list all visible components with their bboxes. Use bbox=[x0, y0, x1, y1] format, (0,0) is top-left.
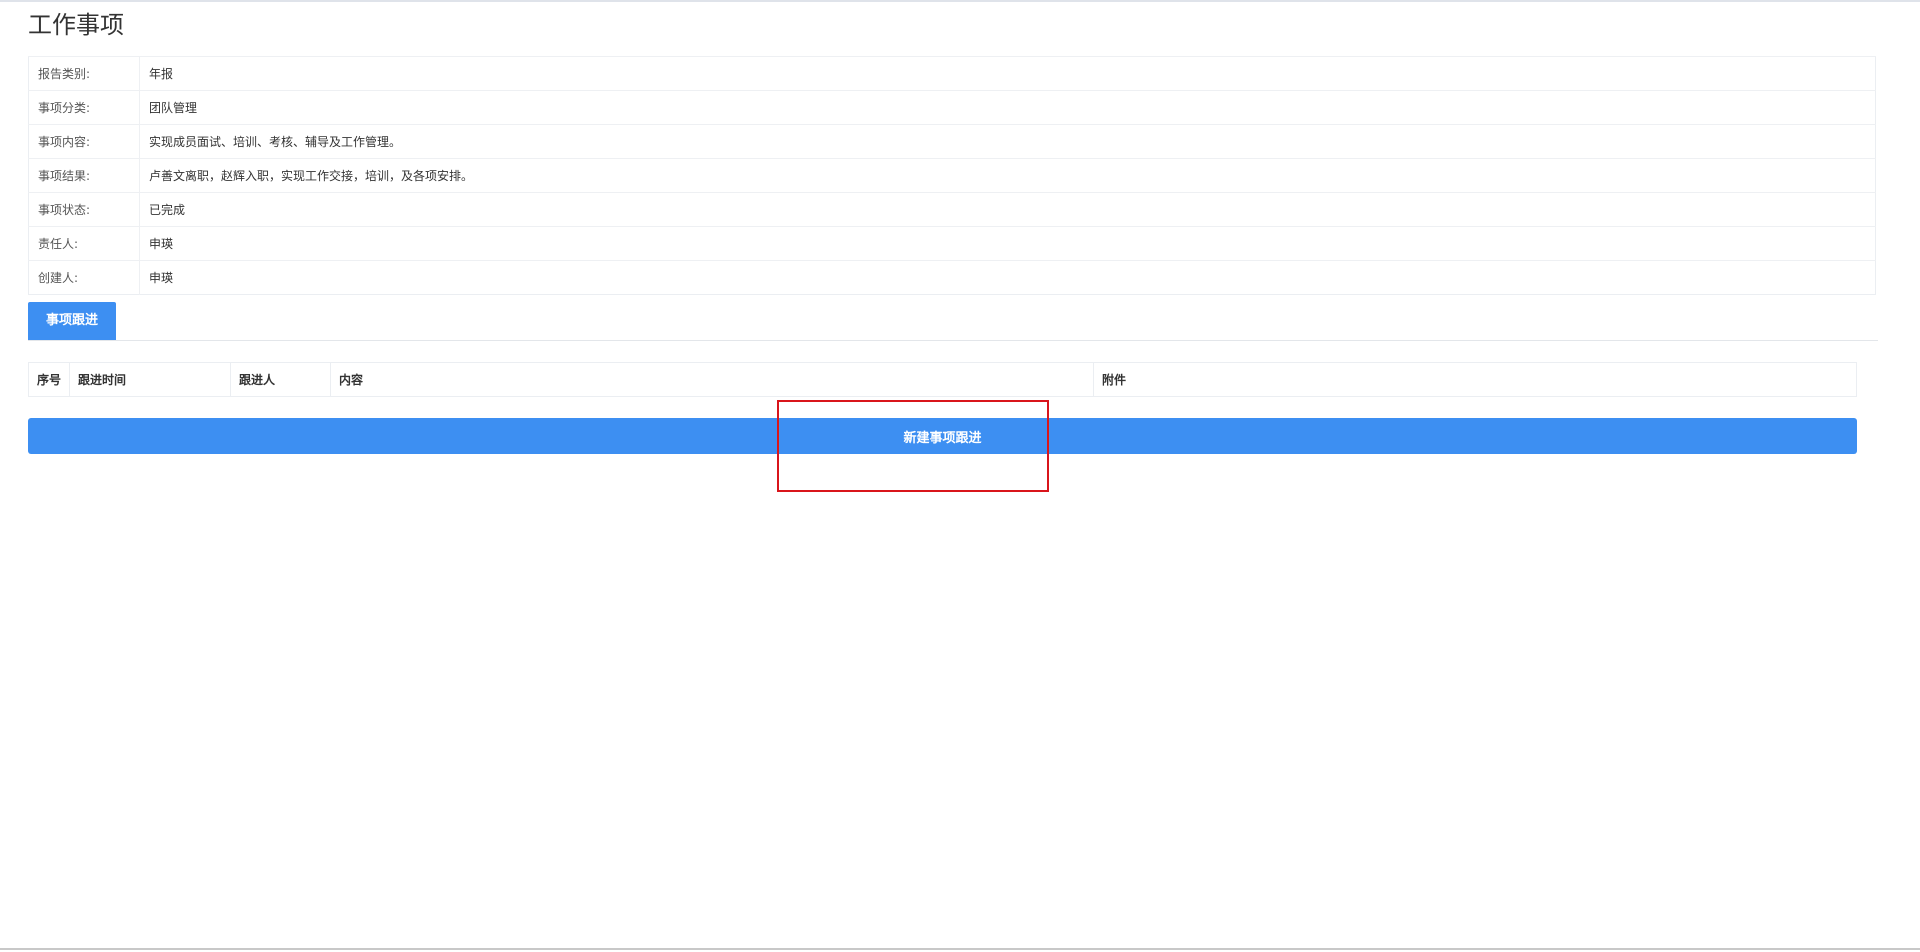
detail-row-status: 事项状态: 已完成 bbox=[28, 192, 1876, 227]
detail-value: 团队管理 bbox=[139, 90, 1876, 125]
detail-row-creator: 创建人: 申瑛 bbox=[28, 260, 1876, 295]
tab-bar: 事项跟进 bbox=[28, 302, 1878, 341]
detail-row-owner: 责任人: 申瑛 bbox=[28, 226, 1876, 261]
detail-label: 事项分类: bbox=[28, 90, 140, 125]
detail-label: 责任人: bbox=[28, 226, 140, 261]
detail-label: 事项状态: bbox=[28, 192, 140, 227]
detail-label: 创建人: bbox=[28, 260, 140, 295]
detail-value: 卢善文离职，赵辉入职，实现工作交接，培训，及各项安排。 bbox=[139, 158, 1876, 193]
detail-value: 申瑛 bbox=[139, 226, 1876, 261]
column-header-content: 内容 bbox=[330, 362, 1095, 397]
top-border bbox=[0, 0, 1920, 2]
column-header-follow-time: 跟进时间 bbox=[69, 362, 232, 397]
detail-label: 事项结果: bbox=[28, 158, 140, 193]
highlight-box bbox=[777, 400, 1049, 492]
detail-row-result: 事项结果: 卢善文离职，赵辉入职，实现工作交接，培训，及各项安排。 bbox=[28, 158, 1876, 193]
column-header-follower: 跟进人 bbox=[230, 362, 332, 397]
detail-label: 事项内容: bbox=[28, 124, 140, 159]
bottom-border bbox=[0, 948, 1920, 950]
follow-up-table: 序号 跟进时间 跟进人 内容 附件 bbox=[28, 362, 1857, 397]
page-title: 工作事项 bbox=[28, 11, 124, 39]
detail-row-category: 事项分类: 团队管理 bbox=[28, 90, 1876, 125]
detail-row-content: 事项内容: 实现成员面试、培训、考核、辅导及工作管理。 bbox=[28, 124, 1876, 159]
column-header-index: 序号 bbox=[28, 362, 71, 397]
detail-value: 实现成员面试、培训、考核、辅导及工作管理。 bbox=[139, 124, 1876, 159]
detail-value: 年报 bbox=[139, 56, 1876, 91]
detail-value: 已完成 bbox=[139, 192, 1876, 227]
follow-up-header-row: 序号 跟进时间 跟进人 内容 附件 bbox=[28, 362, 1857, 397]
detail-row-report-type: 报告类别: 年报 bbox=[28, 56, 1876, 91]
column-header-attachment: 附件 bbox=[1102, 373, 1127, 387]
detail-value: 申瑛 bbox=[139, 260, 1876, 295]
tab-follow-up[interactable]: 事项跟进 bbox=[28, 302, 116, 340]
detail-label: 报告类别: bbox=[28, 56, 140, 91]
detail-table: 报告类别: 年报 事项分类: 团队管理 事项内容: 实现成员面试、培训、考核、辅… bbox=[28, 56, 1876, 295]
